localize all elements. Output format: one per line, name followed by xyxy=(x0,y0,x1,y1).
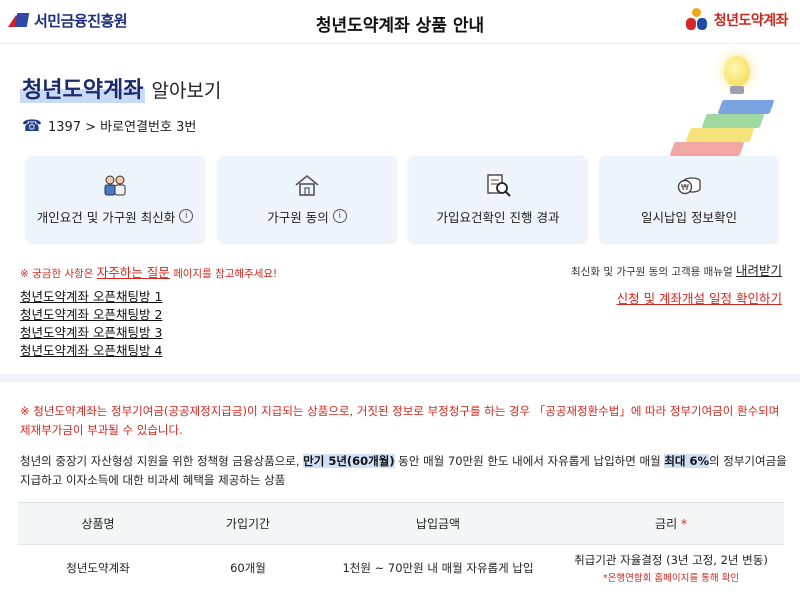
card-lump-sum-info-label: 일시납입 정보확인 xyxy=(641,209,737,225)
manual-download-prefix: 최신화 및 가구원 동의 고객용 매뉴얼 xyxy=(571,266,736,278)
open-chat-link-4[interactable]: 청년도약계좌 오픈채팅방 4 xyxy=(20,342,162,360)
contact-phone: ☎ 1397 > 바로연결번호 3번 xyxy=(22,116,196,135)
house-icon xyxy=(295,174,319,196)
open-chat-link-1[interactable]: 청년도약계좌 오픈채팅방 1 xyxy=(20,288,162,306)
coins-icon: ₩ xyxy=(677,176,701,194)
cell-period: 60개월 xyxy=(178,544,318,591)
family-icon xyxy=(104,175,126,195)
schedule-link[interactable]: 신청 및 계좌개설 일정 확인하기 xyxy=(617,288,782,307)
product-description: 청년의 중장기 자산형성 지원을 위한 정책형 금융상품으로, 만기 5년(60… xyxy=(20,452,790,490)
page-header-title: 청년도약계좌 상품 안내 xyxy=(315,16,485,36)
rate-asterisk: * xyxy=(680,517,687,531)
lightbulb-icon xyxy=(724,56,750,86)
stairs-lightbulb-illustration xyxy=(660,48,780,163)
fraud-warning: ※ 청년도약계좌는 정부기여금(공공재정지급금)이 지급되는 상품으로, 거짓된… xyxy=(20,404,780,437)
faq-notice-suffix: 페이지를 참고해주세요! xyxy=(169,268,278,280)
open-chat-link-2[interactable]: 청년도약계좌 오픈채팅방 2 xyxy=(20,306,162,324)
cell-amount: 1천원 ~ 70만원 내 매월 자유롭게 납입 xyxy=(318,544,558,591)
faq-notice-prefix: ※ 궁금한 사항은 xyxy=(20,268,97,280)
description-part1: 청년의 중장기 자산형성 지원을 위한 정책형 금융상품으로, xyxy=(20,454,304,468)
page-title: 청년도약계좌 알아보기 xyxy=(20,72,221,104)
faq-link[interactable]: 자주하는 질문 xyxy=(97,265,170,280)
column-header-rate-label: 금리 xyxy=(655,517,678,531)
app-header: 서민금융진흥원 청년도약계좌 상품 안내 청년도약계좌 xyxy=(0,0,800,44)
page-title-highlight: 청년도약계좌 xyxy=(20,78,146,103)
max-rate-highlight: 최대 6% xyxy=(664,454,710,468)
page-title-rest: 알아보기 xyxy=(145,80,222,102)
open-chat-link-3[interactable]: 청년도약계좌 오픈채팅방 3 xyxy=(20,324,162,342)
lightbulb-base xyxy=(730,86,744,94)
column-header-rate: 금리 * xyxy=(558,502,784,545)
youth-account-logo[interactable]: 청년도약계좌 xyxy=(684,8,789,32)
svg-text:₩: ₩ xyxy=(681,183,689,192)
column-header-amount: 납입금액 xyxy=(318,502,558,545)
phone-icon: ☎ xyxy=(22,116,42,135)
section-divider xyxy=(0,374,800,382)
manual-download: 최신화 및 가구원 동의 고객용 매뉴얼 내려받기 xyxy=(571,260,782,279)
card-eligibility-progress[interactable]: 가입요건확인 진행 경과 xyxy=(409,156,587,242)
card-personal-update-label: 개인요건 및 가구원 최신화 xyxy=(36,209,176,225)
rate-note-link[interactable]: *은행연합회 홈페이지를 통해 확인 xyxy=(558,570,784,584)
product-info-section: ※ 청년도약계좌는 정부기여금(공공재정지급금)이 지급되는 상품으로, 거짓된… xyxy=(0,382,800,600)
intro-section: 청년도약계좌 알아보기 ☎ 1397 > 바로연결번호 3번 개인요건 및 가구… xyxy=(0,44,800,374)
open-chat-list: 청년도약계좌 오픈채팅방 1 청년도약계좌 오픈채팅방 2 청년도약계좌 오픈채… xyxy=(20,288,162,360)
card-household-consent-label: 가구원 동의 xyxy=(267,209,329,225)
document-search-icon xyxy=(487,173,511,197)
manual-download-link[interactable]: 내려받기 xyxy=(736,263,782,278)
phone-text: 1397 > 바로연결번호 3번 xyxy=(47,120,197,135)
table-header-row: 상품명 가입기간 납입금액 금리 * xyxy=(18,502,784,545)
card-personal-update[interactable]: 개인요건 및 가구원 최신화 i xyxy=(26,156,204,242)
table-row: 청년도약계좌 60개월 1천원 ~ 70만원 내 매월 자유롭게 납입 취급기관… xyxy=(18,544,784,591)
cell-rate-text: 취급기관 자율결정 (3년 고정, 2년 변동) xyxy=(574,552,768,567)
card-household-consent[interactable]: 가구원 동의 i xyxy=(218,156,396,242)
info-icon[interactable]: i xyxy=(179,209,194,223)
info-icon[interactable]: i xyxy=(332,209,347,223)
faq-notice: ※ 궁금한 사항은 자주하는 질문 페이지를 참고해주세요! xyxy=(20,262,277,281)
cell-rate: 취급기관 자율결정 (3년 고정, 2년 변동) *은행연합회 홈페이지를 통해… xyxy=(558,544,784,591)
description-part2: 동안 매월 70만원 한도 내에서 자유롭게 납입하면 매월 xyxy=(394,454,665,468)
service-cards: 개인요건 및 가구원 최신화 i 가구원 동의 i 가입요건확인 진행 경과 ₩… xyxy=(26,156,778,242)
stair-step-yellow xyxy=(685,128,755,142)
column-header-product: 상품명 xyxy=(18,502,178,545)
stair-step-red xyxy=(669,142,745,156)
cell-product-name: 청년도약계좌 xyxy=(18,544,178,591)
stair-step-green xyxy=(701,114,765,128)
card-lump-sum-info[interactable]: ₩ 일시납입 정보확인 xyxy=(600,156,778,242)
stair-step-blue xyxy=(717,100,775,114)
column-header-period: 가입기간 xyxy=(178,502,318,545)
maturity-highlight: 만기 5년(60개월) xyxy=(303,454,395,468)
youth-account-logo-mark xyxy=(684,8,710,32)
card-eligibility-progress-label: 가입요건확인 진행 경과 xyxy=(436,209,560,225)
product-table: 상품명 가입기간 납입금액 금리 * 청년도약계좌 60개월 1천원 ~ 70만… xyxy=(18,502,784,591)
youth-account-logo-text: 청년도약계좌 xyxy=(713,13,789,29)
